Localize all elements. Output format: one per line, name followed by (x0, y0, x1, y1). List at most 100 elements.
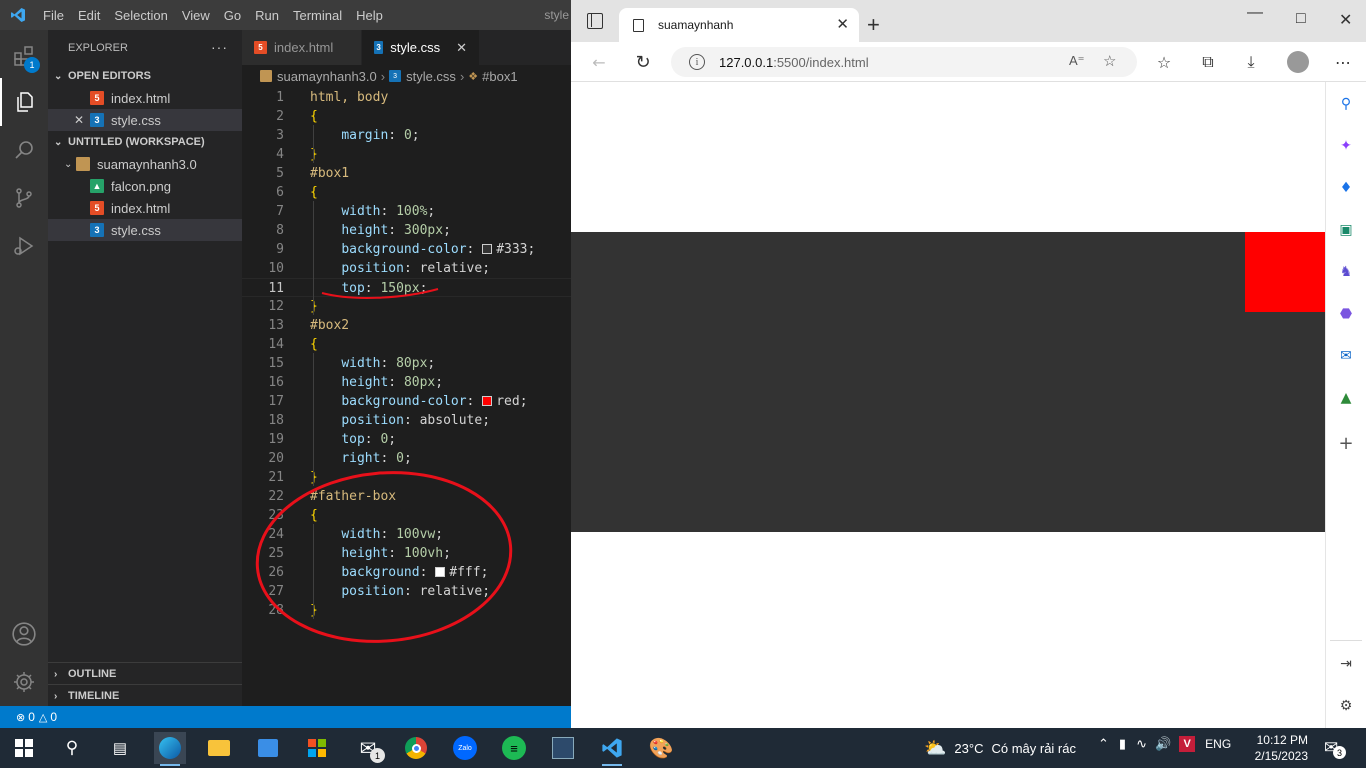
microsoft365-icon[interactable]: ⬣ (1336, 304, 1356, 324)
app-icon[interactable] (547, 732, 579, 764)
clock[interactable]: 10:12 PM 2/15/2023 (1252, 732, 1308, 764)
folder-item[interactable]: ⌄ suamaynhanh3.0 (48, 153, 242, 175)
file-item[interactable]: 5 index.html (48, 197, 242, 219)
edge-taskbar-icon[interactable] (154, 732, 186, 766)
red-circle (255, 471, 513, 643)
add-favorite-icon[interactable]: ☆ (1103, 52, 1116, 70)
open-editors-section[interactable]: ⌄ OPEN EDITORS (48, 65, 242, 87)
task-view-icon[interactable]: ▤ (104, 732, 136, 764)
chevron-up-icon[interactable]: ⌃ (1098, 736, 1109, 752)
store-icon[interactable] (301, 732, 333, 764)
extensions-badge: 1 (24, 57, 40, 73)
file-explorer-icon[interactable] (203, 732, 235, 764)
menu-edit[interactable]: Edit (71, 8, 107, 23)
file-item[interactable]: ▲ falcon.png (48, 175, 242, 197)
minimize-icon[interactable]: — (1247, 4, 1263, 22)
run-debug-icon[interactable] (0, 222, 48, 270)
browser-tab[interactable]: suamaynhanh ✕ (619, 8, 859, 42)
outline-section[interactable]: › OUTLINE (48, 662, 242, 685)
breadcrumb-symbol[interactable]: #box1 (482, 69, 517, 84)
extensions-icon[interactable]: 1 (0, 32, 48, 80)
weather-text: Có mây rải rác (991, 741, 1076, 756)
menu-run[interactable]: Run (248, 8, 286, 23)
error-count[interactable]: 0 (28, 710, 35, 724)
mail-icon[interactable]: ✉ 1 (352, 732, 385, 764)
search-icon[interactable] (0, 126, 48, 174)
downloads-icon[interactable]: ⤓ (1239, 50, 1263, 74)
tab-actions-icon[interactable] (587, 13, 603, 29)
profile-avatar[interactable] (1286, 50, 1310, 74)
search-icon[interactable]: ⚲ (56, 732, 88, 764)
settings-gear-icon[interactable] (0, 658, 48, 706)
hide-sidebar-icon[interactable]: ⇥ (1336, 654, 1356, 674)
read-aloud-icon[interactable]: A⁼ (1069, 53, 1085, 69)
workspace-section[interactable]: ⌄ UNTITLED (WORKSPACE) (48, 131, 242, 153)
outlook-icon[interactable]: ✉ (1336, 346, 1356, 366)
code-editor[interactable]: 1html, body2{3 margin: 0;4}5#box16{7 wid… (242, 87, 571, 706)
open-editor-item-active[interactable]: ✕ 3 style.css (48, 109, 242, 131)
tools-icon[interactable]: ▣ (1336, 220, 1356, 240)
close-editor-icon[interactable]: ✕ (74, 113, 84, 127)
search-icon[interactable]: ⚲ (1336, 94, 1356, 114)
wifi-icon[interactable]: ∿ (1136, 736, 1147, 752)
chrome-icon[interactable] (400, 732, 432, 764)
explorer-sidebar: EXPLORER ··· ⌄ OPEN EDITORS 5 index.html… (48, 30, 242, 706)
menu-selection[interactable]: Selection (107, 8, 174, 23)
new-tab-button[interactable]: + (867, 12, 880, 38)
shopping-tag-icon[interactable]: ♦ (1336, 178, 1356, 198)
open-editor-item[interactable]: 5 index.html (48, 87, 242, 109)
copilot-sparkle-icon[interactable]: ✦ (1336, 136, 1356, 156)
add-sidebar-icon[interactable]: + (1336, 433, 1356, 454)
close-tab-icon[interactable]: ✕ (836, 15, 849, 33)
breadcrumb-file[interactable]: style.css (406, 69, 456, 84)
notification-badge: 3 (1333, 746, 1346, 759)
back-arrow-icon[interactable]: ← (587, 50, 611, 74)
tab-style-css[interactable]: 3 style.css ✕ (362, 30, 480, 65)
close-tab-icon[interactable]: ✕ (456, 40, 467, 56)
battery-icon[interactable]: ▮ (1119, 736, 1126, 752)
more-options-icon[interactable]: ⋯ (1331, 50, 1355, 74)
collections-icon[interactable]: ⧉ (1196, 50, 1220, 74)
maximize-icon[interactable]: □ (1296, 10, 1306, 28)
unikey-icon[interactable]: V (1179, 736, 1196, 752)
menu-file[interactable]: File (36, 8, 71, 23)
windows-start-icon[interactable] (8, 732, 40, 764)
edge-sidebar: ⚲ ✦ ♦ ▣ ♞ ⬣ ✉ ▲ + ⇥ ⚙ (1325, 82, 1366, 728)
refresh-icon[interactable]: ↻ (631, 50, 655, 74)
photos-icon[interactable] (252, 732, 284, 764)
tab-index-html[interactable]: 5 index.html (242, 30, 362, 65)
close-window-icon[interactable]: ✕ (1339, 10, 1352, 30)
info-icon[interactable]: i (689, 54, 705, 70)
address-bar[interactable]: i 127.0.0.1:5500/index.html A⁼ ☆ (671, 47, 1137, 77)
file-label: falcon.png (111, 178, 171, 194)
editor-tabs: 5 index.html 3 style.css ✕ (242, 30, 571, 65)
vscode-taskbar-icon[interactable] (596, 732, 628, 766)
explorer-icon[interactable] (0, 78, 48, 126)
breadcrumb-folder[interactable]: suamaynhanh3.0 (277, 69, 377, 84)
timeline-section[interactable]: › TIMELINE (48, 684, 242, 707)
warning-count[interactable]: 0 (50, 710, 57, 724)
zalo-icon[interactable]: Zalo (449, 732, 481, 764)
paint-icon[interactable]: 🎨 (645, 732, 677, 764)
menu-terminal[interactable]: Terminal (286, 8, 349, 23)
tree-icon[interactable]: ▲ (1336, 388, 1356, 408)
file-item-selected[interactable]: 3 style.css (48, 219, 242, 241)
settings-gear-icon[interactable]: ⚙ (1336, 696, 1356, 716)
explorer-more-button[interactable]: ··· (211, 39, 228, 55)
source-control-icon[interactable] (0, 174, 48, 222)
warning-icon: △ (38, 711, 48, 724)
account-icon[interactable] (0, 610, 48, 658)
favorites-icon[interactable]: ☆ (1152, 50, 1176, 74)
menu-go[interactable]: Go (217, 8, 248, 23)
chevron-right-icon: › (380, 68, 386, 84)
page-icon (633, 18, 644, 32)
games-icon[interactable]: ♞ (1336, 262, 1356, 282)
menu-help[interactable]: Help (349, 8, 390, 23)
language-indicator[interactable]: ENG (1205, 737, 1231, 751)
spotify-icon[interactable]: ≡ (498, 732, 530, 764)
system-tray: ⌃ ▮ ∿ 🔊 V ENG (1098, 736, 1231, 752)
weather-widget[interactable]: ⛅ 23°C Có mây rải rác (924, 738, 1076, 759)
menu-view[interactable]: View (175, 8, 217, 23)
volume-icon[interactable]: 🔊 (1155, 736, 1171, 752)
notification-center-icon[interactable]: ✉ 3 (1324, 738, 1346, 759)
